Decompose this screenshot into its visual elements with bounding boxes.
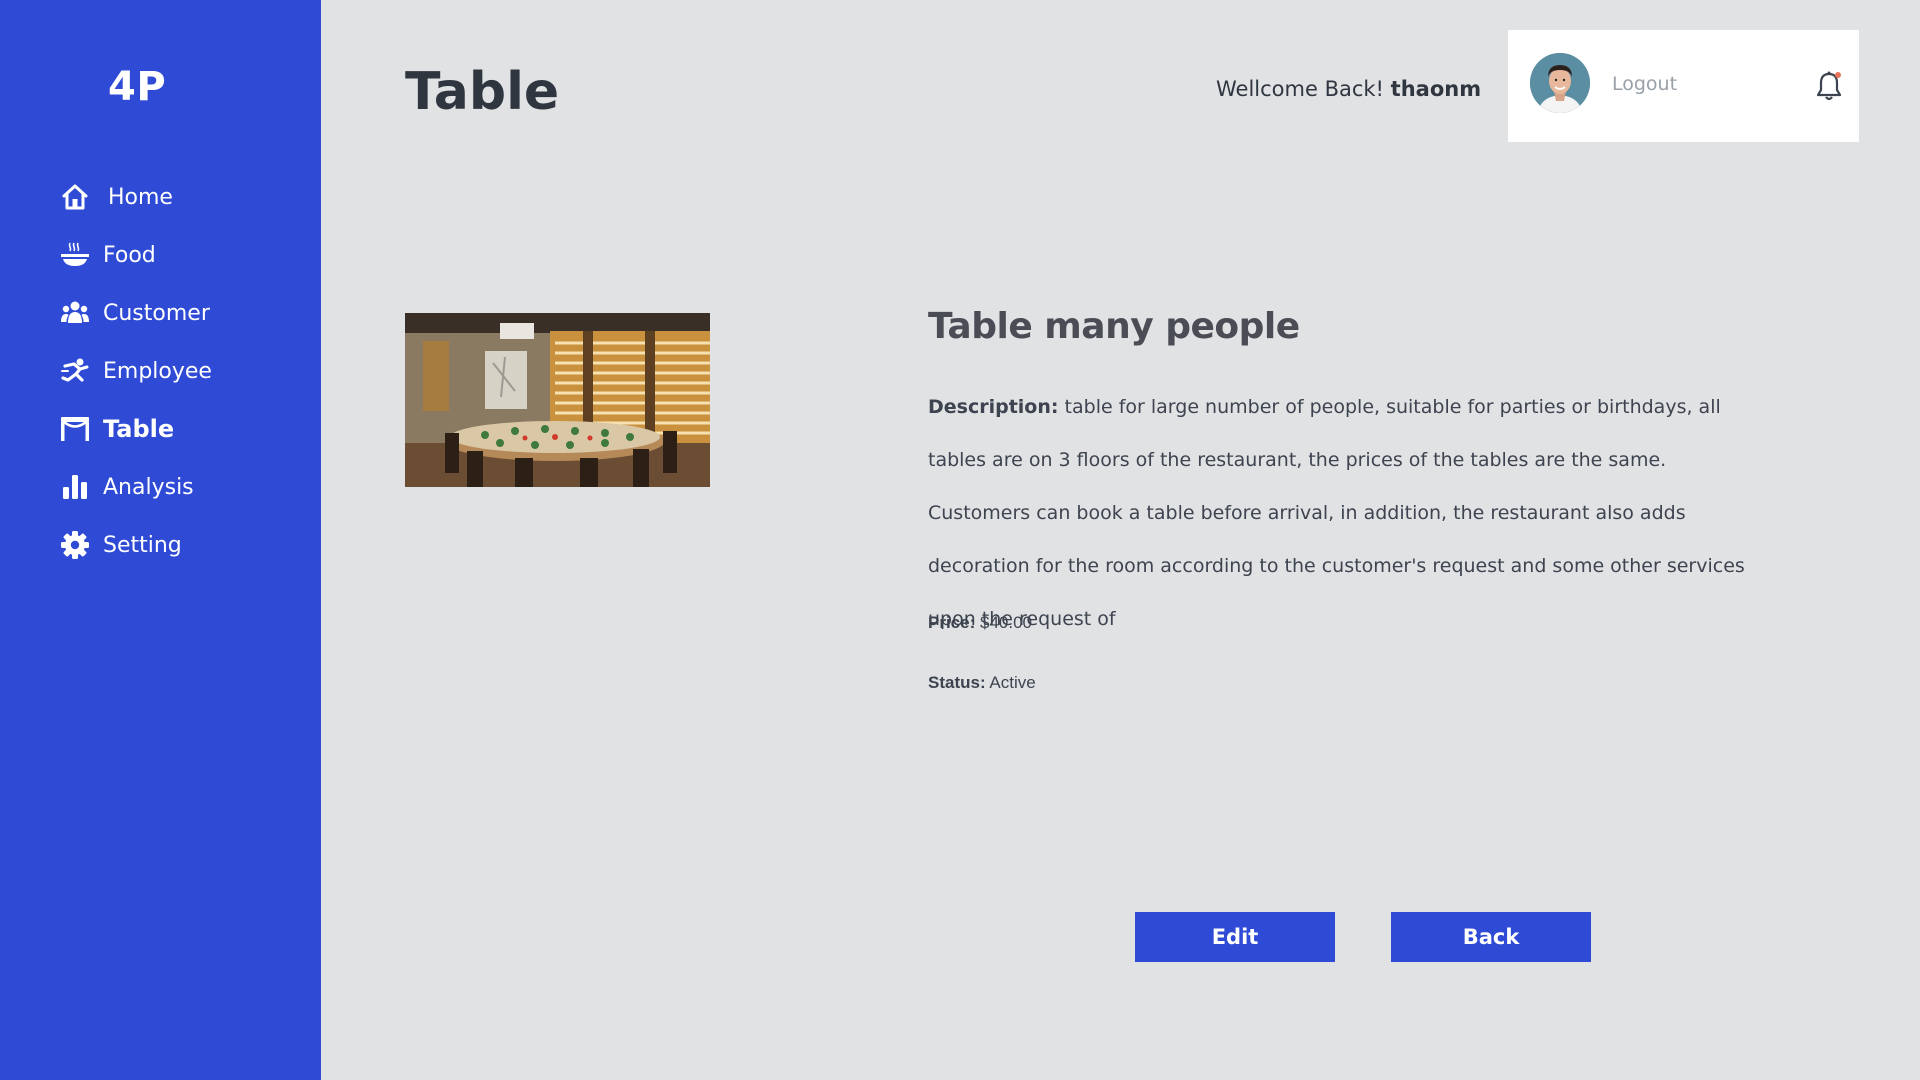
sidebar-item-label: Analysis	[103, 474, 194, 500]
table-icon	[60, 414, 90, 444]
home-icon	[60, 182, 90, 212]
sidebar-item-label: Setting	[103, 532, 182, 558]
detail-title: Table many people	[928, 306, 1300, 347]
sidebar-item-home[interactable]: Home	[60, 168, 212, 226]
sidebar-item-analysis[interactable]: Analysis	[60, 458, 212, 516]
page-title: Table	[405, 62, 560, 122]
edit-button[interactable]: Edit	[1135, 912, 1335, 962]
app-logo[interactable]: 4P	[108, 64, 166, 110]
employee-icon	[60, 356, 90, 386]
bar-chart-icon	[60, 472, 90, 502]
gear-icon	[60, 530, 90, 560]
users-icon	[60, 298, 90, 328]
sidebar-item-food[interactable]: Food	[60, 226, 212, 284]
back-button[interactable]: Back	[1391, 912, 1591, 962]
avatar[interactable]	[1530, 53, 1590, 113]
sidebar-nav: Home Food Customer Employee Table Analys…	[60, 168, 212, 574]
sidebar-item-table[interactable]: Table	[60, 400, 212, 458]
sidebar-item-employee[interactable]: Employee	[60, 342, 212, 400]
price-value: $40.00	[979, 613, 1032, 632]
sidebar-item-setting[interactable]: Setting	[60, 516, 212, 574]
welcome-message: Wellcome Back! thaonm	[1216, 77, 1481, 101]
sidebar: 4P Home Food Customer Employee Table Ana…	[0, 0, 321, 1080]
description-text: table for large number of people, suitab…	[928, 396, 1745, 630]
price-field: Price: $40.00	[928, 613, 1032, 633]
food-bowl-icon	[60, 240, 90, 270]
price-label: Price:	[928, 613, 976, 632]
username: thaonm	[1390, 77, 1482, 101]
welcome-text: Wellcome Back!	[1216, 77, 1384, 101]
description: Description: table for large number of p…	[928, 381, 1768, 646]
sidebar-item-label: Employee	[103, 358, 212, 384]
status-field: Status: Active	[928, 673, 1036, 693]
status-label: Status:	[928, 673, 986, 692]
table-photo	[405, 313, 710, 487]
sidebar-item-label: Table	[103, 415, 175, 443]
user-panel: Logout	[1508, 30, 1859, 142]
logout-link[interactable]: Logout	[1612, 73, 1677, 95]
sidebar-item-label: Food	[103, 242, 156, 268]
sidebar-item-customer[interactable]: Customer	[60, 284, 212, 342]
sidebar-item-label: Home	[108, 184, 173, 210]
status-value: Active	[989, 673, 1036, 692]
sidebar-item-label: Customer	[103, 300, 210, 326]
description-label: Description:	[928, 396, 1059, 418]
notification-bell-icon[interactable]	[1814, 70, 1844, 102]
